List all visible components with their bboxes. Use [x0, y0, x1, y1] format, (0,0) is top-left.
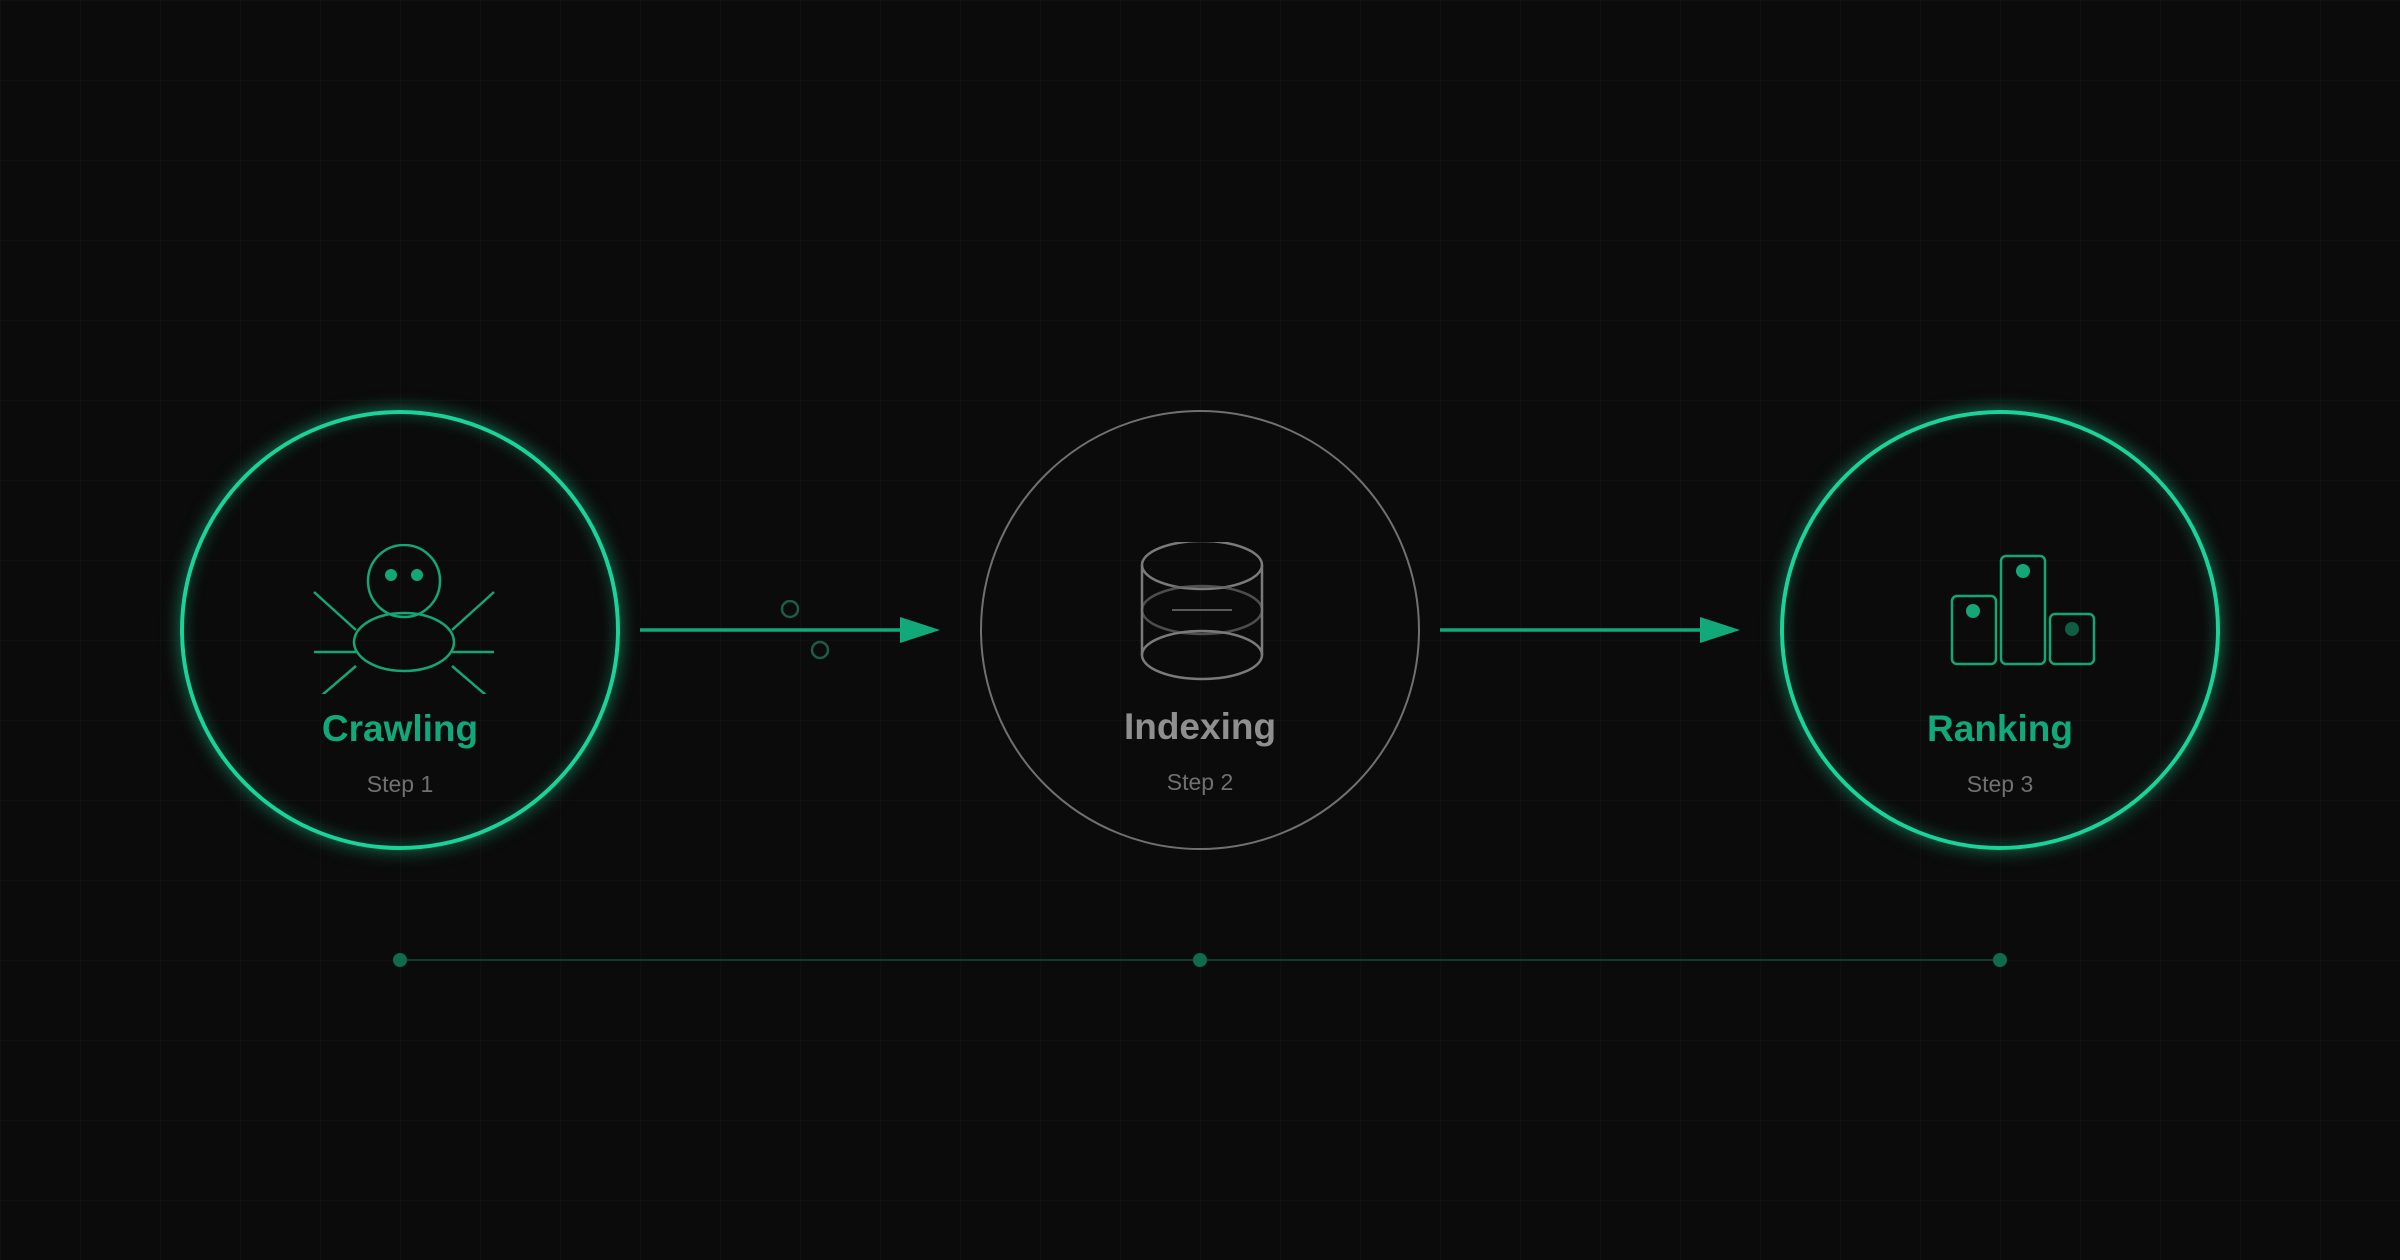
data-particle-icon: [780, 600, 800, 619]
arrow-right-icon: [640, 600, 940, 660]
step-ranking: Ranking Step 3: [1780, 410, 2220, 850]
step-subtitle: Step 2: [1166, 769, 1234, 795]
timeline-marker: [1993, 953, 2007, 967]
arrow-right-icon: [1440, 617, 1740, 643]
step-title: Ranking: [1927, 708, 2073, 749]
step-subtitle: Step 1: [366, 771, 434, 797]
step-title: Crawling: [321, 708, 479, 749]
database-icon: [1140, 542, 1264, 681]
data-particle-icon: [810, 640, 830, 660]
timeline-marker: [393, 953, 407, 967]
step-indexing: Indexing Step 2: [980, 410, 1420, 850]
progress-timeline-track: [393, 953, 2007, 967]
step-subtitle: Step 3: [1966, 771, 2034, 797]
step-crawling: Crawling Step 1: [180, 410, 620, 850]
spider-icon: [313, 544, 495, 694]
step-title: Indexing: [1123, 706, 1277, 747]
podium-icon: [1950, 554, 2096, 666]
timeline-marker: [1193, 953, 1207, 967]
process-diagram: Crawling Step 1 Indexing Step 2 Ranking …: [0, 0, 2400, 1260]
